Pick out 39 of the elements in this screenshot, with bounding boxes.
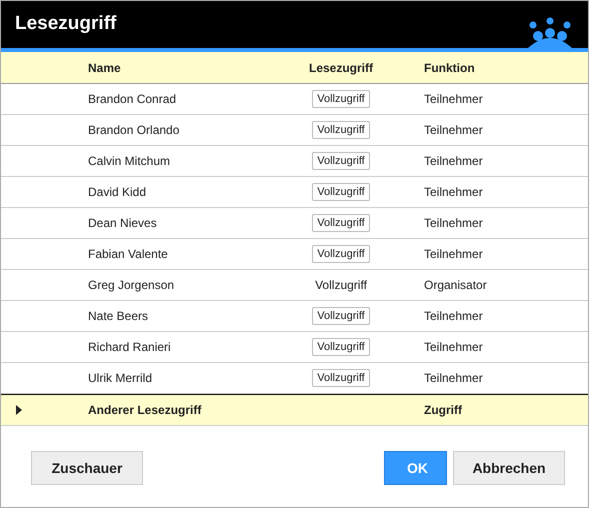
name-cell-text: Brandon Conrad	[88, 92, 178, 106]
name-cell-text: Calvin Mitchum	[88, 154, 172, 168]
window-title: Lesezugriff	[15, 12, 116, 34]
group-label: Anderer Lesezugriff	[88, 403, 202, 417]
role-cell-text: Teilnehmer	[424, 123, 484, 137]
name-cell-text: Greg Jorgenson	[88, 278, 176, 292]
access-cell: Vollzugriff	[315, 278, 367, 292]
access-button[interactable]: Vollzugriff	[312, 307, 370, 325]
expand-arrow-icon[interactable]	[15, 405, 23, 415]
role-cell-text: Teilnehmer	[424, 247, 484, 261]
name-cell-text: David Kidd	[88, 185, 148, 199]
viewer-button[interactable]: Zuschauer	[31, 451, 143, 485]
role-cell-text: Teilnehmer	[424, 92, 484, 106]
role-cell-text: Teilnehmer	[424, 216, 484, 230]
access-button[interactable]: Vollzugriff	[312, 183, 370, 201]
access-button[interactable]: Vollzugriff	[312, 338, 370, 356]
column-header: Name	[88, 60, 122, 74]
name-cell-text: Brandon Orlando	[88, 123, 180, 137]
name-cell-text: Ulrik Merrild	[88, 371, 153, 385]
column-header: Lesezugriff	[308, 60, 374, 74]
group-header: Zugriff	[424, 403, 463, 417]
access-button[interactable]: Vollzugriff	[312, 369, 370, 387]
access-button[interactable]: Vollzugriff	[312, 121, 370, 139]
cancel-button[interactable]: Abbrechen	[453, 451, 565, 485]
access-button[interactable]: Vollzugriff	[312, 214, 370, 232]
role-cell-text: Teilnehmer	[424, 371, 484, 385]
name-cell-text: Dean Nieves	[88, 216, 158, 230]
role-cell-text: Teilnehmer	[424, 340, 484, 354]
name-cell-text: Nate Beers	[88, 309, 150, 323]
role-cell-text: Teilnehmer	[424, 154, 484, 168]
name-cell-text: Richard Ranieri	[88, 340, 172, 354]
role-cell-text: Organisator	[424, 278, 488, 292]
column-header: Funktion	[424, 60, 476, 74]
access-button[interactable]: Vollzugriff	[312, 152, 370, 170]
name-cell-text: Fabian Valente	[88, 247, 169, 261]
role-cell-text: Teilnehmer	[424, 185, 484, 199]
role-cell-text: Teilnehmer	[424, 309, 484, 323]
access-button[interactable]: Vollzugriff	[312, 90, 370, 108]
access-button[interactable]: Vollzugriff	[312, 245, 370, 263]
